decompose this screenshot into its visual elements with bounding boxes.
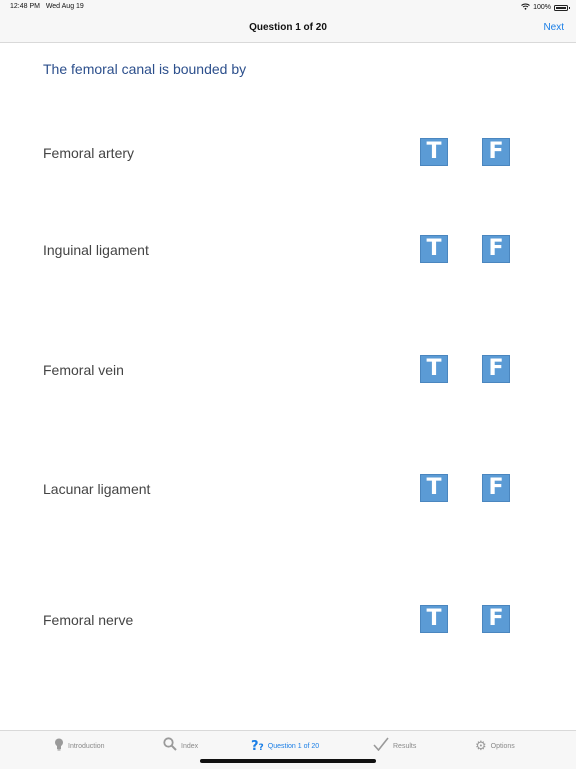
answer-label: Femoral vein xyxy=(43,362,124,378)
false-button[interactable]: F xyxy=(482,605,510,633)
tab-label: Options xyxy=(490,742,515,750)
battery-icon xyxy=(554,4,570,11)
question-text: The femoral canal is bounded by xyxy=(43,61,247,77)
tab-options[interactable]: ⚙ Options xyxy=(475,737,515,755)
tab-question[interactable]: ?? Question 1 of 20 xyxy=(251,737,319,755)
home-indicator xyxy=(200,759,376,763)
answer-row: Lacunar ligament T F xyxy=(0,474,576,504)
status-bar: 12:48 PM Wed Aug 19 100% xyxy=(0,0,576,14)
gears-icon: ⚙ xyxy=(475,738,487,754)
tab-label: Results xyxy=(393,742,417,750)
true-button[interactable]: T xyxy=(420,605,448,633)
tab-label: Index xyxy=(181,742,199,750)
answer-row: Femoral artery T F xyxy=(0,138,576,168)
wifi-icon xyxy=(521,3,530,12)
true-button[interactable]: T xyxy=(420,355,448,383)
tab-index[interactable]: Index xyxy=(163,737,198,755)
nav-bar: Question 1 of 20 Next xyxy=(0,14,576,43)
tab-label: Introduction xyxy=(68,742,105,750)
tab-results[interactable]: Results xyxy=(373,737,416,755)
answer-row: Femoral vein T F xyxy=(0,355,576,385)
tab-bar: Introduction Index ?? Question 1 of 20 R… xyxy=(0,730,576,769)
search-icon xyxy=(163,737,177,755)
tab-label: Question 1 of 20 xyxy=(267,742,320,750)
true-button[interactable]: T xyxy=(420,474,448,502)
answer-label: Inguinal ligament xyxy=(43,242,149,258)
question-icon: ?? xyxy=(251,738,264,754)
answer-label: Lacunar ligament xyxy=(43,481,151,497)
true-button[interactable]: T xyxy=(420,235,448,263)
next-button[interactable]: Next xyxy=(543,22,564,33)
false-button[interactable]: F xyxy=(482,355,510,383)
false-button[interactable]: F xyxy=(482,235,510,263)
lightbulb-icon xyxy=(54,738,64,755)
tab-introduction[interactable]: Introduction xyxy=(54,737,105,755)
answer-row: Inguinal ligament T F xyxy=(0,235,576,265)
answer-label: Femoral artery xyxy=(43,145,135,161)
answer-label: Femoral nerve xyxy=(43,612,134,628)
page-title: Question 1 of 20 xyxy=(249,22,327,33)
false-button[interactable]: F xyxy=(482,474,510,502)
answer-row: Femoral nerve T F xyxy=(0,605,576,635)
checkmark-icon xyxy=(373,737,389,755)
status-time: 12:48 PM Wed Aug 19 xyxy=(10,3,84,10)
battery-percent: 100% xyxy=(533,4,551,11)
true-button[interactable]: T xyxy=(420,138,448,166)
status-right: 100% xyxy=(521,3,570,12)
false-button[interactable]: F xyxy=(482,138,510,166)
